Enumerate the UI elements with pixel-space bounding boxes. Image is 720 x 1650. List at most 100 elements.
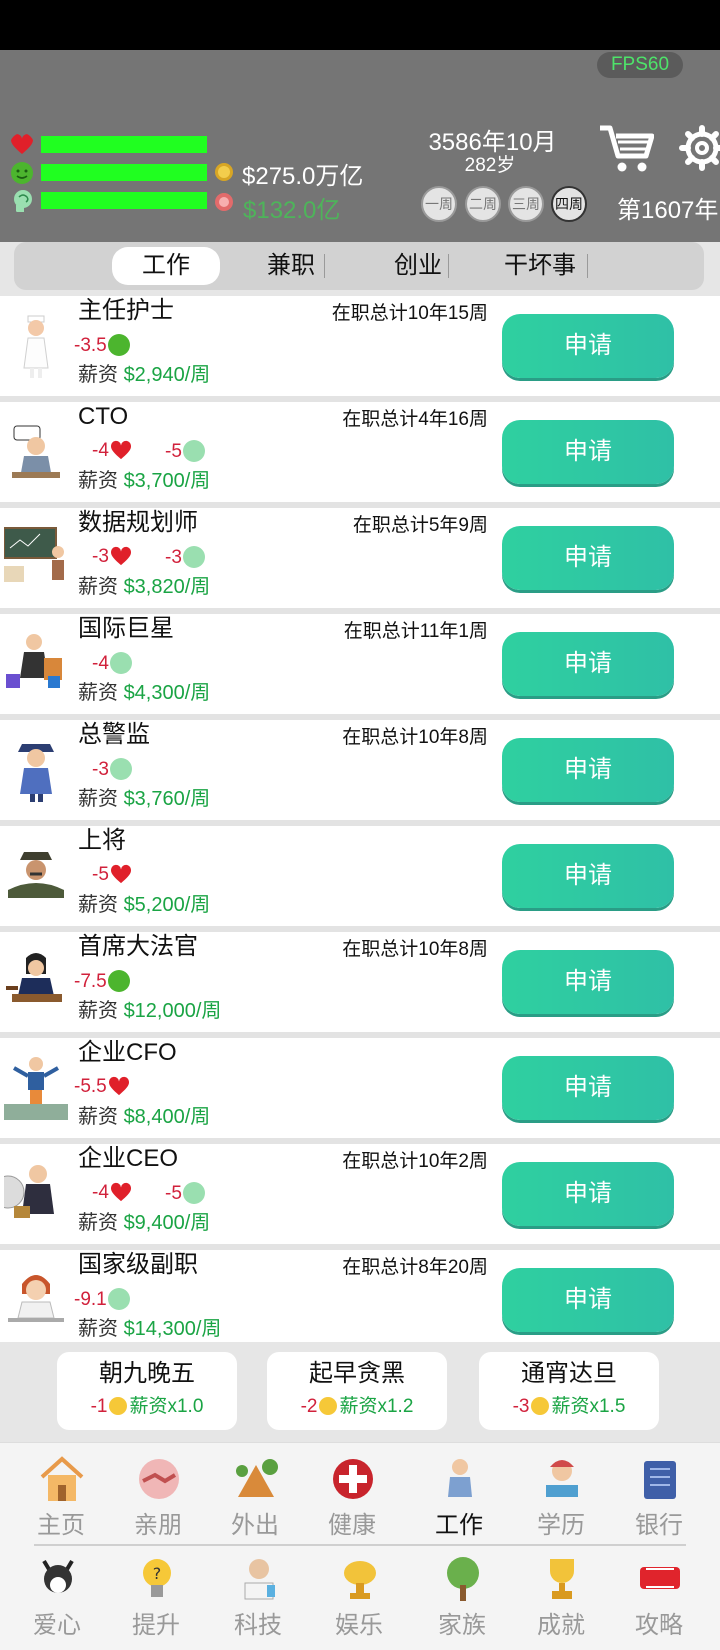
dog-icon [42, 1559, 74, 1593]
cto-avatar [12, 425, 60, 478]
medical-cross-icon [333, 1459, 373, 1499]
apply-button[interactable]: 申请 [502, 526, 674, 590]
work-mode-title: 朝九晚五 [99, 1360, 195, 1387]
apply-button[interactable]: 申请 [502, 1162, 674, 1226]
tab-startup[interactable]: 创业 [370, 247, 466, 285]
apply-button[interactable]: 申请 [502, 314, 674, 378]
heart-icon [10, 133, 34, 154]
svg-text:?: ? [153, 1564, 162, 1583]
job-salary: 薪资 $14,300/周 [78, 1318, 222, 1340]
speed-button-3[interactable]: 三周 [508, 186, 544, 222]
apply-button[interactable]: 申请 [502, 1056, 674, 1120]
job-title: 国际巨星 [78, 615, 174, 642]
apply-button[interactable]: 申请 [502, 632, 674, 696]
job-tenure: 在职总计10年8周 [342, 939, 488, 960]
brain-icon [109, 652, 132, 674]
apply-button[interactable]: 申请 [502, 844, 674, 908]
job-cost-smarts: -4 [92, 652, 132, 675]
nav-item-achievements[interactable]: 成就 [516, 1547, 606, 1639]
job-cost-smarts: -3 [165, 546, 205, 569]
job-title: 首席大法官 [78, 933, 198, 960]
job-row: 企业CFO -5.5 薪资 $8,400/周 申请 [0, 1038, 720, 1144]
nav-label: 健康 [328, 1512, 376, 1539]
nav-label: 提升 [132, 1612, 180, 1639]
job-title: 企业CFO [78, 1039, 177, 1066]
game-date: 3586年10月 [428, 129, 557, 156]
superstar-avatar [6, 634, 62, 688]
bank-icon [644, 1461, 676, 1499]
tired-face-icon [531, 1397, 550, 1415]
nav-item-education[interactable]: 学历 [516, 1447, 606, 1539]
tab-work[interactable]: 工作 [112, 247, 220, 285]
job-row: 国际巨星 在职总计11年1周 -4 薪资 $4,300/周 申请 [0, 614, 720, 720]
heart-icon [110, 1182, 131, 1202]
nav-item-home[interactable]: 主页 [16, 1447, 106, 1539]
brain-icon [109, 758, 132, 780]
apply-button[interactable]: 申请 [502, 738, 674, 802]
tab-mischief[interactable]: 干坏事 [486, 247, 594, 285]
nav-item-family[interactable]: 家族 [417, 1547, 507, 1639]
tired-face-icon [319, 1397, 338, 1415]
smarts-bar [41, 192, 207, 209]
nav-item-bank[interactable]: 银行 [614, 1447, 704, 1539]
fps-badge: FPS60 [597, 52, 683, 78]
speed-button-2[interactable]: 二周 [465, 186, 501, 222]
cfo-avatar [4, 1057, 68, 1120]
job-salary: 薪资 $2,940/周 [78, 364, 211, 386]
job-row: 上将 -5 薪资 $5,200/周 申请 [0, 826, 720, 932]
heart-icon [110, 546, 131, 566]
job-salary: 薪资 $3,700/周 [78, 470, 211, 492]
nav-item-outing[interactable]: 外出 [210, 1447, 300, 1539]
bottom-nav: 主页 亲朋 外出 健康 工作 学历 银行 爱心 ? 提升 科技 娱乐 家族 成就… [0, 1442, 720, 1650]
work-mode-option[interactable]: 起早贪黑 -2 薪资x1.2 [267, 1352, 447, 1430]
job-salary: 薪资 $12,000/周 [78, 1000, 222, 1022]
chief-justice-avatar [6, 953, 62, 1002]
work-mode-option[interactable]: 朝九晚五 -1 薪资x1.0 [57, 1352, 237, 1430]
nav-label: 成就 [537, 1612, 585, 1639]
nav-item-friends[interactable]: 亲朋 [113, 1447, 203, 1539]
trophy-icon [550, 1559, 574, 1599]
nav-label: 爱心 [33, 1612, 81, 1639]
nav-item-improve[interactable]: ? 提升 [111, 1547, 201, 1639]
nav-item-guide[interactable]: 攻略 [614, 1547, 704, 1639]
happiness-icon [107, 970, 130, 992]
work-mode-option[interactable]: 通宵达旦 -3 薪资x1.5 [479, 1352, 659, 1430]
speed-button-4[interactable]: 四周 [551, 186, 587, 222]
cash-amount: $275.0万亿 [242, 163, 364, 190]
job-salary: 薪资 $3,760/周 [78, 788, 211, 810]
student-icon [546, 1460, 578, 1497]
nav-item-health[interactable]: 健康 [307, 1447, 397, 1539]
job-tenure: 在职总计8年20周 [342, 1257, 488, 1278]
job-salary: 薪资 $9,400/周 [78, 1212, 211, 1234]
job-salary: 薪资 $5,200/周 [78, 894, 211, 916]
work-mode-effect: -1 薪资x1.0 [90, 1396, 204, 1417]
apply-button[interactable]: 申请 [502, 1268, 674, 1332]
apply-button[interactable]: 申请 [502, 950, 674, 1014]
work-mode-effect: -3 薪资x1.5 [512, 1396, 626, 1417]
brain-icon [14, 190, 32, 212]
nav-item-entertainment[interactable]: 娱乐 [314, 1547, 404, 1639]
scientist-icon [244, 1559, 275, 1600]
heart-icon [108, 1076, 129, 1096]
brain-icon [107, 1288, 130, 1310]
speed-button-1[interactable]: 一周 [421, 186, 457, 222]
job-tenure: 在职总计5年9周 [352, 515, 488, 536]
house-icon [40, 1456, 84, 1501]
job-cost-smarts: -5 [165, 440, 205, 463]
job-title: 国家级副职 [78, 1251, 198, 1278]
apply-button[interactable]: 申请 [502, 420, 674, 484]
settings-gear-icon[interactable] [678, 124, 720, 172]
job-cost-health: -3 [92, 546, 132, 568]
tired-face-icon [109, 1397, 128, 1415]
job-cost-smarts: -3 [92, 758, 132, 781]
nav-item-charity[interactable]: 爱心 [12, 1547, 102, 1639]
tips-icon [640, 1567, 680, 1589]
job-cost-happiness: -7.5 [74, 970, 130, 993]
nav-label: 家族 [438, 1612, 486, 1639]
shop-cart-icon[interactable] [598, 122, 654, 174]
nav-label: 攻略 [635, 1612, 683, 1639]
job-row: 总警监 在职总计10年8周 -3 薪资 $3,760/周 申请 [0, 720, 720, 826]
nav-item-work[interactable]: 工作 [414, 1447, 504, 1539]
nav-item-technology[interactable]: 科技 [213, 1547, 303, 1639]
age-label: 282岁 [464, 155, 516, 176]
